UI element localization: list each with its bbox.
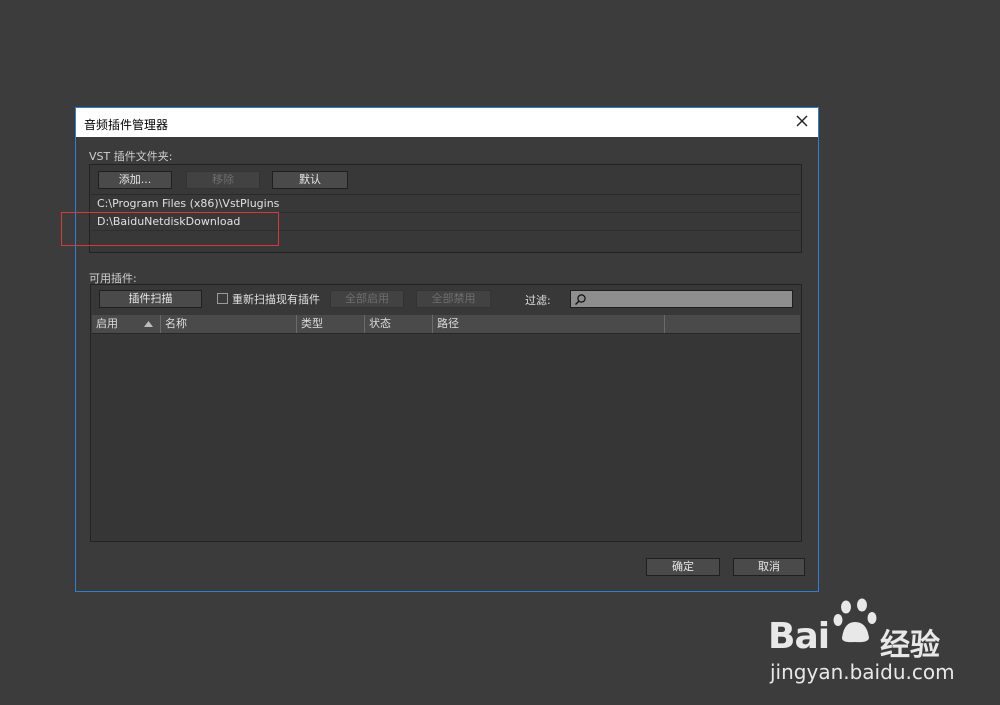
scan-plugins-button[interactable]: 插件扫描 [99,290,202,308]
add-folder-button[interactable]: 添加... [98,171,172,189]
cancel-button[interactable]: 取消 [733,558,805,576]
column-name[interactable]: 名称 [160,315,296,333]
default-folder-button[interactable]: 默认 [272,171,348,189]
plugins-table-body[interactable] [92,335,800,540]
enable-all-button[interactable]: 全部启用 [330,290,404,308]
search-icon [575,294,586,305]
watermark-brand: Bai [768,616,830,657]
disable-all-button[interactable]: 全部禁用 [416,290,491,308]
column-enabled[interactable]: 启用 [92,315,160,333]
filter-input[interactable] [570,290,793,308]
plugins-panel: 插件扫描 重新扫描现有插件 全部启用 全部禁用 过滤: 启用 名称 类型 状态 … [90,284,802,542]
plugins-table-header: 启用 名称 类型 状态 路径 [92,315,800,334]
column-enabled-label: 启用 [96,317,118,330]
remove-folder-button[interactable]: 移除 [186,171,260,189]
highlight-annotation [61,212,279,246]
audio-plugin-manager-dialog: 音频插件管理器 VST 插件文件夹: 添加... 移除 默认 C:\Progra… [75,107,819,592]
close-icon[interactable] [793,112,811,130]
column-type[interactable]: 类型 [296,315,364,333]
watermark-url: jingyan.baidu.com [770,660,955,684]
dialog-title: 音频插件管理器 [84,118,169,132]
folder-list-item[interactable]: C:\Program Files (x86)\VstPlugins [91,195,800,213]
column-status[interactable]: 状态 [364,315,432,333]
column-path[interactable]: 路径 [432,315,664,333]
column-empty [664,315,802,333]
rescan-existing-checkbox[interactable] [217,293,228,304]
title-bar: 音频插件管理器 [76,108,818,137]
baidu-jingyan-watermark: Bai 经验 jingyan.baidu.com [768,598,958,688]
sort-ascending-icon [144,321,153,327]
paw-icon [833,598,877,643]
vst-folders-label: VST 插件文件夹: [89,150,173,163]
ok-button[interactable]: 确定 [646,558,720,576]
watermark-brand-suffix: 经验 [880,628,940,663]
rescan-existing-label: 重新扫描现有插件 [232,293,320,306]
filter-label: 过滤: [525,294,551,307]
